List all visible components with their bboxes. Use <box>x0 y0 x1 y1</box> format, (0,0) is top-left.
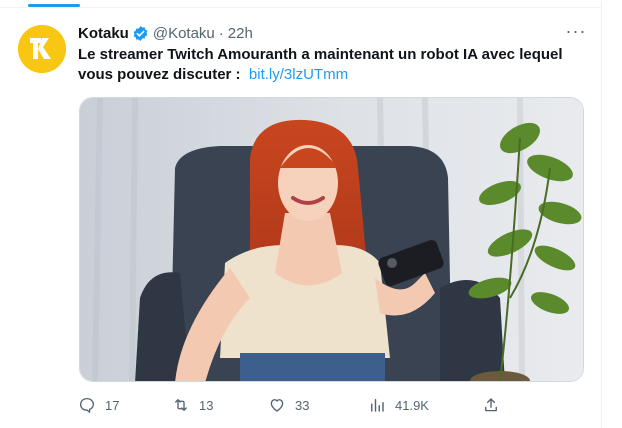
share-button[interactable] <box>482 393 509 417</box>
tweet-timestamp[interactable]: 22h <box>228 25 253 42</box>
tweet-text: Le streamer Twitch Amouranth a maintenan… <box>78 45 583 85</box>
tweet-actions-bar: 17 13 33 41.9K <box>78 393 508 417</box>
views-button[interactable]: 41.9K <box>368 393 429 417</box>
timeline-border <box>601 0 602 428</box>
like-button[interactable]: 33 <box>268 393 309 417</box>
author-handle[interactable]: @Kotaku <box>153 25 215 42</box>
author-name[interactable]: Kotaku <box>78 25 129 42</box>
share-icon <box>485 398 497 412</box>
reply-count: 17 <box>105 397 120 413</box>
like-count: 33 <box>295 397 310 413</box>
views-count: 41.9K <box>395 397 429 413</box>
like-icon <box>270 399 284 412</box>
retweet-count: 13 <box>199 397 214 413</box>
tweet-header: Kotaku @Kotaku · 22h <box>78 23 253 43</box>
kotaku-logo-icon <box>18 25 66 73</box>
more-icon[interactable]: ··· <box>565 22 587 42</box>
tab-indicator <box>28 4 80 7</box>
retweet-icon <box>175 399 187 411</box>
reply-button[interactable]: 17 <box>78 393 119 417</box>
retweet-button[interactable]: 13 <box>172 393 213 417</box>
media-photo <box>80 98 583 381</box>
avatar[interactable] <box>18 25 66 73</box>
separator-dot: · <box>218 24 224 42</box>
views-icon <box>371 399 384 412</box>
tweet-media-image[interactable] <box>79 97 584 382</box>
reply-icon <box>79 397 94 413</box>
verified-badge-icon <box>133 25 148 41</box>
tweet-link[interactable]: bit.ly/3lzUTmm <box>249 66 348 83</box>
top-tab-strip <box>0 0 602 8</box>
